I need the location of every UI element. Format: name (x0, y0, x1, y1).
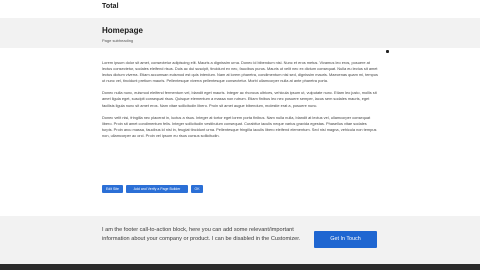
paragraph: Donec nulla nunc, euismod eleifend ferme… (102, 90, 377, 108)
footer-cta-text: I am the footer call-to-action block, he… (102, 227, 301, 243)
main-content: Lorem ipsum dolor sit amet, consectetur … (102, 60, 378, 145)
paragraph: Donec velit nisi, fringilla nec placerat… (102, 114, 377, 138)
bottom-bar (0, 264, 480, 270)
page-builder-button[interactable]: Add and Verify a Page Builder (126, 185, 188, 193)
ok-button[interactable]: OK (191, 185, 203, 193)
footer-cta-block: I am the footer call-to-action block, he… (0, 216, 480, 264)
site-header: Total (0, 0, 480, 18)
page-heading-band: Homepage Page subheading (0, 18, 480, 48)
get-in-touch-button[interactable]: Get In Touch (314, 231, 377, 248)
page-subtitle: Page subheading (102, 38, 134, 43)
page-title: Homepage (102, 26, 143, 35)
page: Total Homepage Page subheading Lorem ips… (0, 0, 480, 270)
site-title-link[interactable]: Total (102, 3, 119, 10)
mouse-cursor-icon (386, 50, 389, 53)
paragraph: Lorem ipsum dolor sit amet, consectetur … (102, 60, 378, 84)
edit-site-button[interactable]: Edit Site (102, 185, 123, 193)
